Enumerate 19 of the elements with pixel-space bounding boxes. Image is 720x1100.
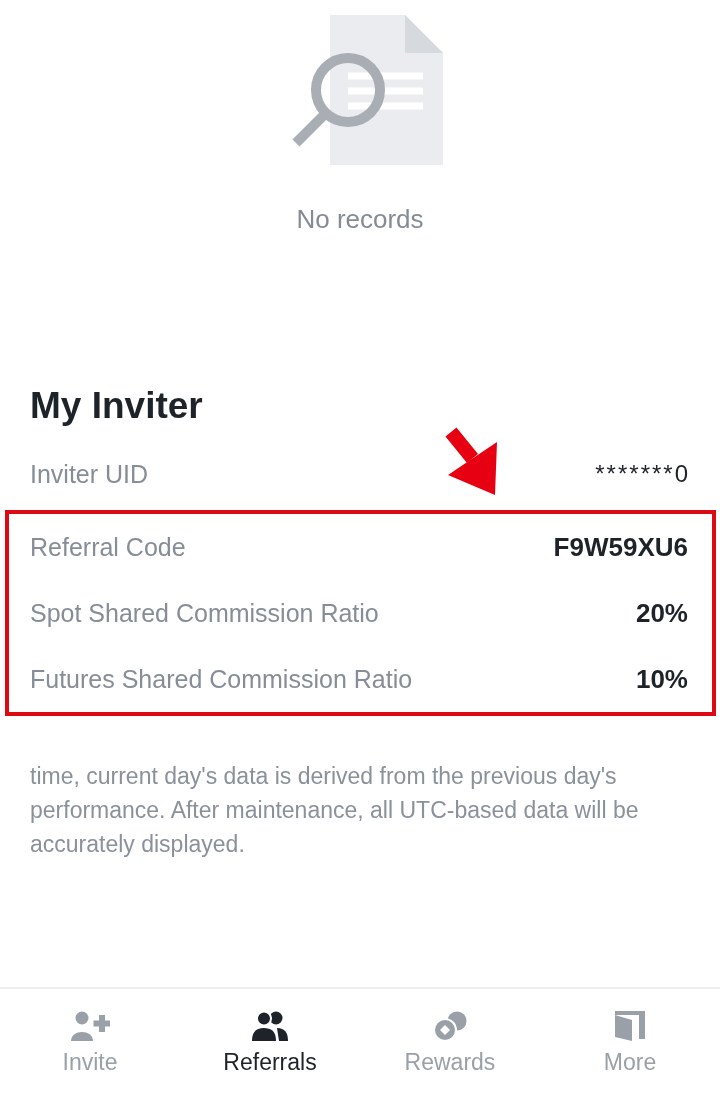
row-label: Futures Shared Commission Ratio <box>30 664 413 694</box>
tab[interactable]: Invite <box>0 989 180 1100</box>
person-plus-icon <box>70 1011 110 1041</box>
row-value: 10% <box>635 663 688 695</box>
row-value: 20% <box>635 597 688 629</box>
empty-message: No records <box>296 203 424 235</box>
row-value: *******0 <box>595 460 690 488</box>
row-label: Referral Code <box>30 532 186 562</box>
section-title: My Inviter <box>30 385 204 427</box>
people-icon <box>250 1011 290 1041</box>
pointer-arrow-icon <box>445 427 498 496</box>
document-search-icon <box>291 15 443 165</box>
note-paragraph: time, current day's data is derived from the previous day's performance. After maintenance, all UTC-based data will be accurately displayed. <box>30 762 640 859</box>
row-label: Inviter UID <box>30 459 149 489</box>
row-value: F9W59XU6 <box>553 531 688 563</box>
row-label: Spot Shared Commission Ratio <box>30 598 379 628</box>
tab[interactable]: Rewards <box>360 989 540 1100</box>
tab[interactable]: Referrals <box>180 989 360 1100</box>
tab[interactable]: More <box>540 989 720 1100</box>
